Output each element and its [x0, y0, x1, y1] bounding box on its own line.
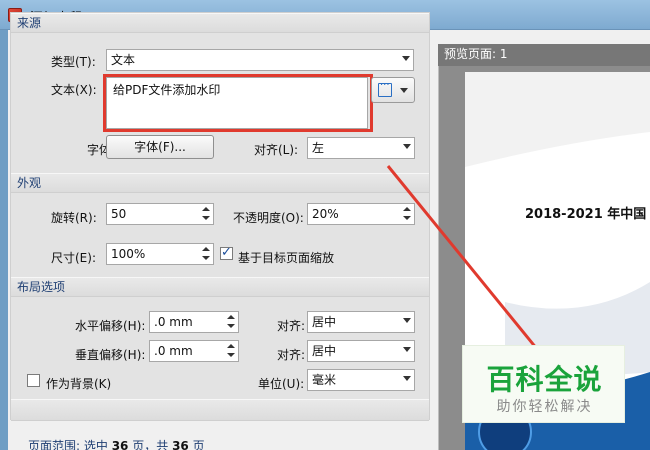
logo-overlay: 百科全说 助你轻松解决 — [462, 345, 625, 423]
logo-sub-text: 助你轻松解决 — [496, 399, 593, 415]
logo-main-text: 百科全说 — [486, 363, 603, 396]
